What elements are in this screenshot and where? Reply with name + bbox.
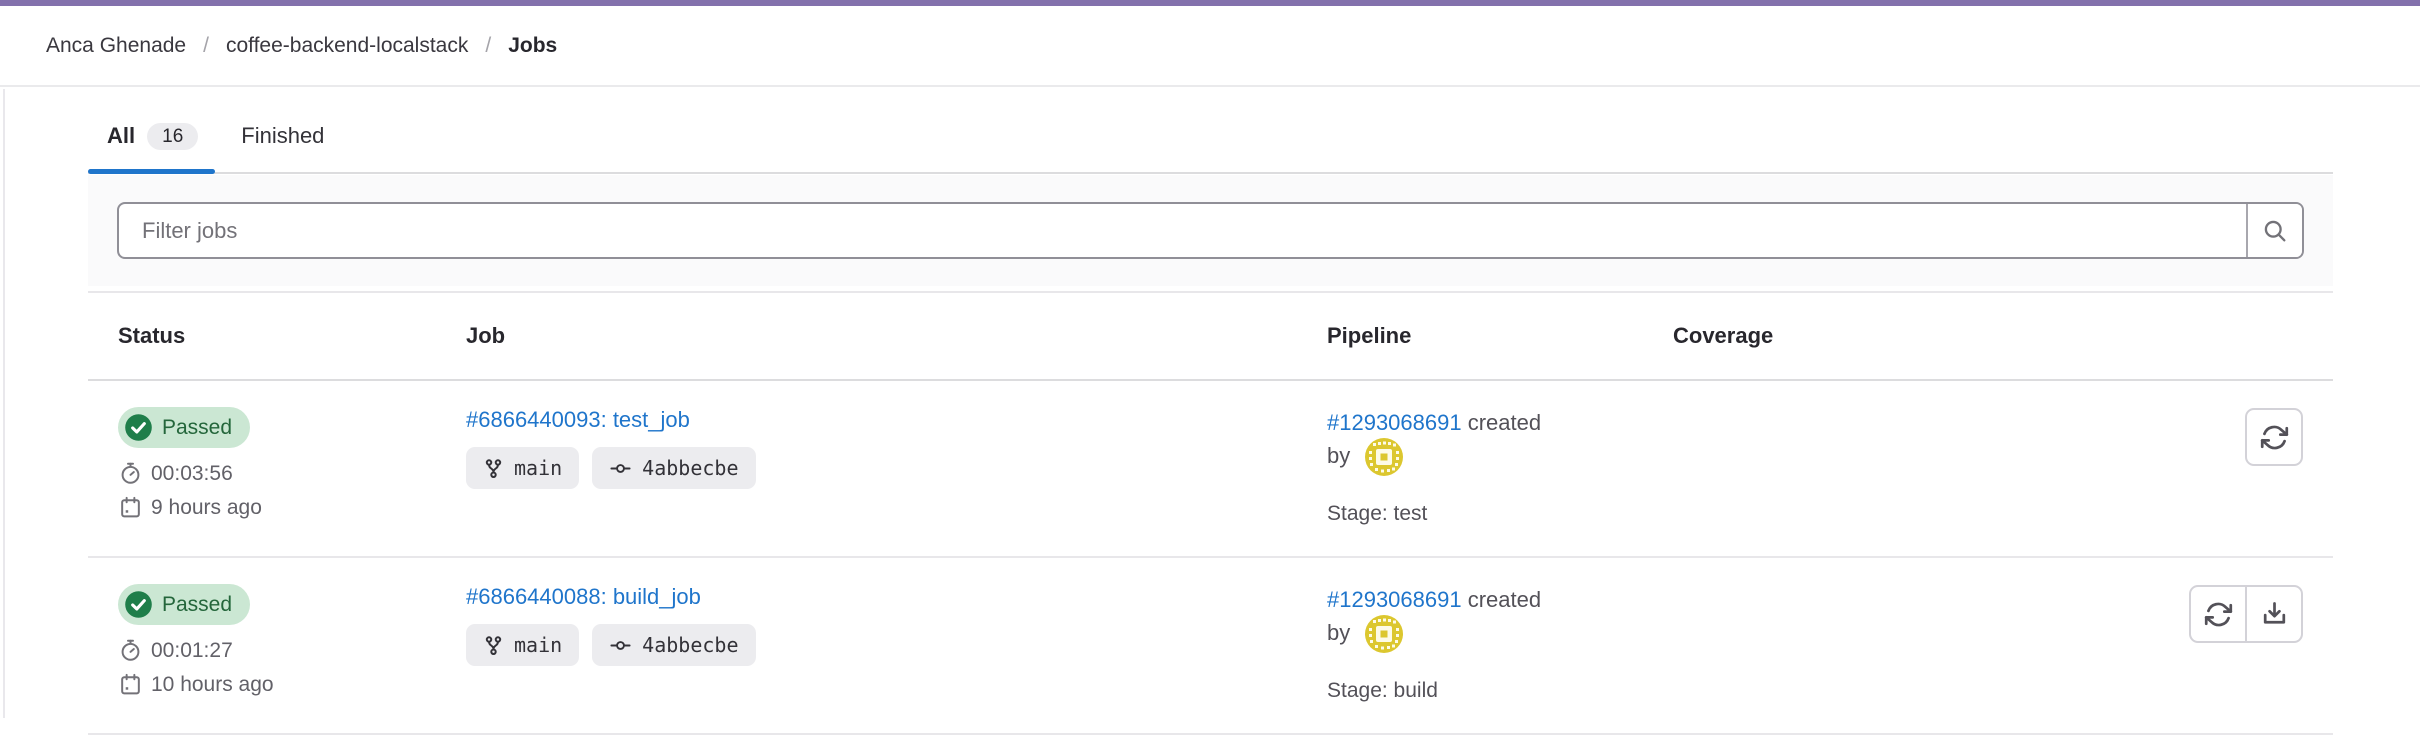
job-refs: main 4abbecbe: [466, 624, 1327, 666]
tab-finished[interactable]: Finished: [222, 100, 341, 172]
jobs-filter-bar: [88, 175, 2333, 286]
jobs-page-content: All 16 Finished Status Job Pipeline Cove…: [88, 100, 2333, 735]
status-cell: Passed 00:01:27: [88, 584, 466, 697]
pipeline-by-text: by: [1327, 620, 1350, 645]
retry-icon: [2203, 599, 2234, 630]
breadcrumb-current-page: Jobs: [508, 34, 557, 58]
jobs-tabs: All 16 Finished: [88, 100, 2333, 174]
retry-icon: [2259, 422, 2290, 453]
tab-all[interactable]: All 16: [88, 100, 215, 172]
commit-icon: [609, 634, 632, 657]
calendar-icon: [118, 495, 143, 520]
download-artifacts-button[interactable]: [2245, 585, 2303, 643]
status-badge-label: Passed: [162, 416, 232, 440]
timer-icon: [118, 461, 143, 486]
pipeline-stage: Stage: build: [1327, 679, 1673, 703]
table-row: Passed 00:03:56: [88, 381, 2333, 558]
breadcrumb-group-link[interactable]: Anca Ghenade: [46, 34, 186, 58]
pipeline-by-text: by: [1327, 443, 1350, 468]
status-passed-icon: [124, 413, 153, 442]
pipeline-cell: #1293068691 created by: [1327, 407, 1673, 526]
column-header-job: Job: [466, 323, 1327, 349]
breadcrumb-separator: /: [485, 34, 491, 58]
table-row: Passed 00:01:27: [88, 558, 2333, 735]
job-finished-time-value: 10 hours ago: [151, 673, 274, 697]
job-duration-value: 00:03:56: [151, 462, 233, 486]
breadcrumb: Anca Ghenade / coffee-backend-localstack…: [0, 6, 2420, 87]
job-finished-time-value: 9 hours ago: [151, 496, 262, 520]
pipeline-link[interactable]: #1293068691: [1327, 410, 1462, 435]
download-icon: [2259, 599, 2290, 630]
column-header-status: Status: [88, 323, 466, 349]
filter-jobs-input[interactable]: [119, 204, 2246, 257]
retry-job-button[interactable]: [2189, 585, 2247, 643]
branch-icon: [483, 635, 504, 656]
tab-all-label: All: [107, 123, 135, 149]
job-duration: 00:01:27: [118, 638, 466, 663]
job-duration-value: 00:01:27: [151, 639, 233, 663]
commit-ref-pill[interactable]: 4abbecbe: [592, 624, 755, 666]
jobs-table-header: Status Job Pipeline Coverage: [88, 293, 2333, 381]
commit-icon: [609, 457, 632, 480]
breadcrumb-project-link[interactable]: coffee-backend-localstack: [226, 34, 468, 58]
commit-sha: 4abbecbe: [642, 633, 738, 657]
pipeline-cell: #1293068691 created by: [1327, 584, 1673, 703]
search-button[interactable]: [2246, 204, 2302, 257]
avatar[interactable]: [1365, 615, 1403, 653]
job-duration: 00:03:56: [118, 461, 466, 486]
job-refs: main 4abbecbe: [466, 447, 1327, 489]
retry-job-button[interactable]: [2245, 408, 2303, 466]
branch-icon: [483, 458, 504, 479]
branch-name: main: [514, 456, 562, 480]
status-badge[interactable]: Passed: [118, 584, 250, 625]
actions-cell: [2003, 407, 2333, 466]
job-link[interactable]: #6866440093: test_job: [466, 407, 690, 433]
job-cell: #6866440088: build_job main: [466, 584, 1327, 666]
actions-cell: [2003, 584, 2333, 643]
pipeline-created-text: created: [1468, 587, 1541, 612]
job-finished-time: 10 hours ago: [118, 672, 466, 697]
pipeline-link[interactable]: #1293068691: [1327, 587, 1462, 612]
commit-sha: 4abbecbe: [642, 456, 738, 480]
avatar[interactable]: [1365, 438, 1403, 476]
branch-ref-pill[interactable]: main: [466, 624, 579, 666]
calendar-icon: [118, 672, 143, 697]
status-cell: Passed 00:03:56: [88, 407, 466, 520]
pipeline-created-text: created: [1468, 410, 1541, 435]
tab-finished-label: Finished: [241, 123, 324, 149]
status-badge-label: Passed: [162, 593, 232, 617]
status-badge[interactable]: Passed: [118, 407, 250, 448]
status-passed-icon: [124, 590, 153, 619]
breadcrumb-separator: /: [203, 34, 209, 58]
tab-all-count-badge: 16: [147, 123, 198, 150]
job-actions-button-group: [2189, 585, 2303, 643]
jobs-table: Status Job Pipeline Coverage Passed: [88, 291, 2333, 735]
job-cell: #6866440093: test_job main: [466, 407, 1327, 489]
search-icon: [2261, 217, 2289, 245]
page-left-border: [3, 89, 5, 718]
column-header-pipeline: Pipeline: [1327, 323, 1673, 349]
pipeline-stage: Stage: test: [1327, 502, 1673, 526]
filter-jobs-search-group: [117, 202, 2304, 259]
commit-ref-pill[interactable]: 4abbecbe: [592, 447, 755, 489]
branch-ref-pill[interactable]: main: [466, 447, 579, 489]
job-link[interactable]: #6866440088: build_job: [466, 584, 701, 610]
branch-name: main: [514, 633, 562, 657]
column-header-coverage: Coverage: [1673, 323, 2003, 349]
job-finished-time: 9 hours ago: [118, 495, 466, 520]
timer-icon: [118, 638, 143, 663]
